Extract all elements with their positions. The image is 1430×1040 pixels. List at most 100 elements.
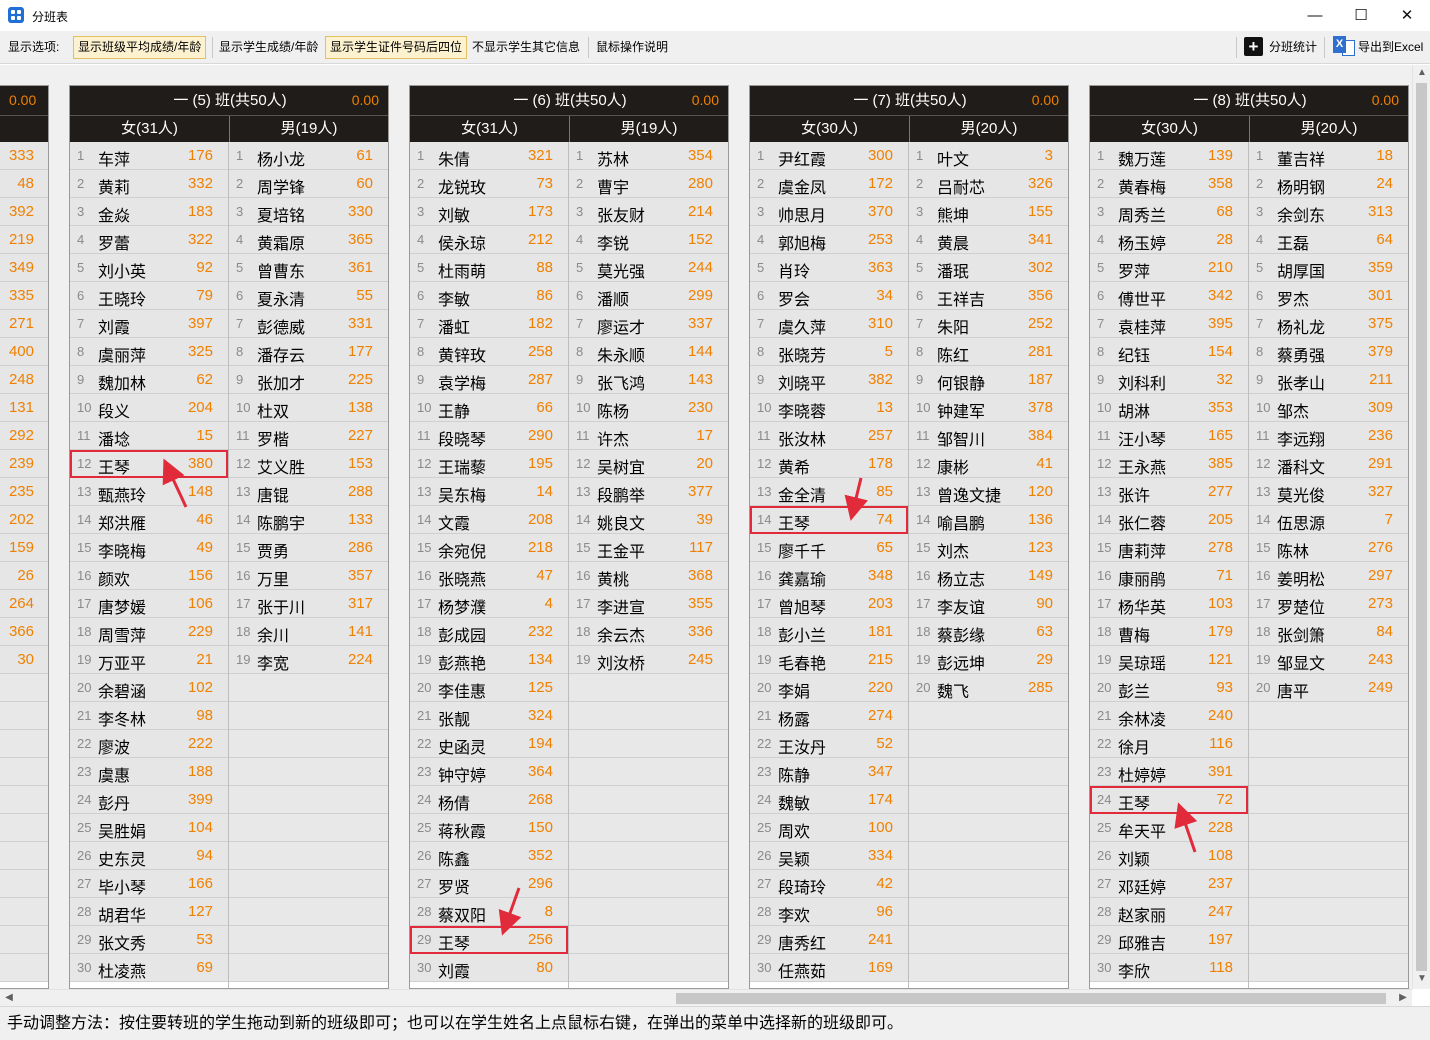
student-row[interactable]: 12 王瑞藜 195 xyxy=(410,450,568,478)
student-row[interactable]: 28 赵家丽 247 xyxy=(1090,898,1248,926)
student-row[interactable]: 1 魏万莲 139 xyxy=(1090,142,1248,170)
student-row[interactable]: 8 潘存云 177 xyxy=(229,338,388,366)
student-row[interactable]: 23 陈静 347 xyxy=(750,758,908,786)
student-row[interactable]: 11 张汝林 257 xyxy=(750,422,908,450)
student-row[interactable]: 22 王汝丹 52 xyxy=(750,730,908,758)
show-student-score-button[interactable]: 显示学生成绩/年龄 xyxy=(215,36,322,59)
student-row[interactable]: 19 彭燕艳 134 xyxy=(410,646,568,674)
student-row[interactable]: 15 刘杰 123 xyxy=(909,534,1068,562)
student-row[interactable]: 15 陈林 276 xyxy=(1249,534,1408,562)
student-row[interactable]: 7 彭德威 331 xyxy=(229,310,388,338)
student-row[interactable]: 1 杨小龙 61 xyxy=(229,142,388,170)
export-excel-button[interactable]: 导出到Excel xyxy=(1354,36,1427,59)
student-row[interactable]: 30 刘霞 80 xyxy=(410,954,568,982)
student-row[interactable]: 26 吴颖 334 xyxy=(750,842,908,870)
student-row[interactable]: 1 尹红霞 300 xyxy=(750,142,908,170)
student-row[interactable]: 15 王金平 117 xyxy=(569,534,728,562)
student-row[interactable]: 15 李晓梅 49 xyxy=(70,534,228,562)
student-row[interactable]: 12 潘科文 291 xyxy=(1249,450,1408,478)
student-row[interactable]: 25 蒋秋霞 150 xyxy=(410,814,568,842)
student-row[interactable]: 13 金全清 85 xyxy=(750,478,908,506)
student-row[interactable]: 29 王琴 256 xyxy=(410,926,568,954)
horizontal-scrollbar[interactable]: ◀ ▶ xyxy=(0,989,1412,1006)
student-row[interactable]: 24 王琴 72 xyxy=(1090,786,1248,814)
student-row[interactable]: 2 黄莉 332 xyxy=(70,170,228,198)
student-row[interactable]: 16 张晓燕 47 xyxy=(410,562,568,590)
student-row[interactable]: 23 杜婷婷 391 xyxy=(1090,758,1248,786)
student-row[interactable]: 14 王琴 74 xyxy=(750,506,908,534)
student-row[interactable]: 14 陈鹏宇 133 xyxy=(229,506,388,534)
student-row[interactable]: 19 彭远坤 29 xyxy=(909,646,1068,674)
student-row[interactable]: 2 曹宇 280 xyxy=(569,170,728,198)
student-row[interactable]: 5 杜雨萌 88 xyxy=(410,254,568,282)
student-row[interactable]: 27 邓廷婷 237 xyxy=(1090,870,1248,898)
horizontal-scroll-thumb[interactable] xyxy=(676,993,1386,1004)
student-row[interactable]: 18 余云杰 336 xyxy=(569,618,728,646)
student-row[interactable]: 9 刘科利 32 xyxy=(1090,366,1248,394)
student-row[interactable]: 19 刘汝桥 245 xyxy=(569,646,728,674)
student-row[interactable]: 1 苏林 354 xyxy=(569,142,728,170)
student-row[interactable]: 4 侯永琼 212 xyxy=(410,226,568,254)
student-row[interactable]: 1 车萍 176 xyxy=(70,142,228,170)
student-row[interactable]: 20 李佳惠 125 xyxy=(410,674,568,702)
student-row[interactable]: 9 魏加林 62 xyxy=(70,366,228,394)
student-row[interactable]: 13 曾逸文捷 120 xyxy=(909,478,1068,506)
student-row[interactable]: 6 李敏 86 xyxy=(410,282,568,310)
close-button[interactable]: ✕ xyxy=(1384,0,1430,31)
student-row[interactable]: 10 李晓蓉 13 xyxy=(750,394,908,422)
student-row[interactable]: 8 朱永顺 144 xyxy=(569,338,728,366)
student-row[interactable]: 6 王晓玲 79 xyxy=(70,282,228,310)
minimize-button[interactable]: — xyxy=(1292,0,1338,31)
student-row[interactable]: 4 王磊 64 xyxy=(1249,226,1408,254)
student-row[interactable]: 3 刘敏 173 xyxy=(410,198,568,226)
scroll-right-arrow-icon[interactable]: ▶ xyxy=(1394,992,1412,1003)
student-row[interactable]: 20 李娟 220 xyxy=(750,674,908,702)
student-row[interactable]: 1 叶文 3 xyxy=(909,142,1068,170)
student-row[interactable]: 16 龚嘉瑜 348 xyxy=(750,562,908,590)
student-row[interactable]: 13 吴东梅 14 xyxy=(410,478,568,506)
student-row[interactable]: 5 罗萍 210 xyxy=(1090,254,1248,282)
student-row[interactable]: 10 邹杰 309 xyxy=(1249,394,1408,422)
hide-other-info-button[interactable]: 不显示学生其它信息 xyxy=(468,36,584,59)
student-row[interactable]: 19 吴琼瑶 121 xyxy=(1090,646,1248,674)
student-row[interactable]: 18 周雪萍 229 xyxy=(70,618,228,646)
student-row[interactable]: 16 杨立志 149 xyxy=(909,562,1068,590)
maximize-button[interactable]: ☐ xyxy=(1338,0,1384,31)
student-row[interactable]: 4 李锐 152 xyxy=(569,226,728,254)
scroll-up-arrow-icon[interactable]: ▲ xyxy=(1413,67,1430,78)
student-row[interactable]: 25 牟天平 228 xyxy=(1090,814,1248,842)
student-row[interactable]: 9 张飞鸿 143 xyxy=(569,366,728,394)
student-row[interactable]: 4 罗蕾 322 xyxy=(70,226,228,254)
student-row[interactable]: 15 廖千千 65 xyxy=(750,534,908,562)
student-row[interactable]: 18 余川 141 xyxy=(229,618,388,646)
student-row[interactable]: 25 吴胜娟 104 xyxy=(70,814,228,842)
student-row[interactable]: 15 唐莉萍 278 xyxy=(1090,534,1248,562)
student-row[interactable]: 14 喻昌鹏 136 xyxy=(909,506,1068,534)
student-row[interactable]: 10 钟建军 378 xyxy=(909,394,1068,422)
student-row[interactable]: 8 张晓芳 5 xyxy=(750,338,908,366)
student-row[interactable]: 17 杨华英 103 xyxy=(1090,590,1248,618)
student-row[interactable]: 2 吕耐芯 326 xyxy=(909,170,1068,198)
student-row[interactable]: 4 杨玉婷 28 xyxy=(1090,226,1248,254)
student-row[interactable]: 22 廖波 222 xyxy=(70,730,228,758)
student-row[interactable]: 2 龙锐玫 73 xyxy=(410,170,568,198)
student-row[interactable]: 11 潘埝 15 xyxy=(70,422,228,450)
student-row[interactable]: 13 甄燕玲 148 xyxy=(70,478,228,506)
student-row[interactable]: 11 邹智川 384 xyxy=(909,422,1068,450)
student-row[interactable]: 16 颜欢 156 xyxy=(70,562,228,590)
student-row[interactable]: 8 蔡勇强 379 xyxy=(1249,338,1408,366)
student-row[interactable]: 21 李冬林 98 xyxy=(70,702,228,730)
student-row[interactable]: 21 余林凌 240 xyxy=(1090,702,1248,730)
student-row[interactable]: 13 张许 277 xyxy=(1090,478,1248,506)
student-row[interactable]: 21 张靓 324 xyxy=(410,702,568,730)
student-row[interactable]: 6 罗杰 301 xyxy=(1249,282,1408,310)
student-row[interactable]: 13 段鹏举 377 xyxy=(569,478,728,506)
student-row[interactable]: 8 陈红 281 xyxy=(909,338,1068,366)
student-row[interactable]: 17 李进宣 355 xyxy=(569,590,728,618)
student-row[interactable]: 11 汪小琴 165 xyxy=(1090,422,1248,450)
student-row[interactable]: 5 胡厚国 359 xyxy=(1249,254,1408,282)
student-row[interactable]: 3 周秀兰 68 xyxy=(1090,198,1248,226)
student-row[interactable]: 26 史东灵 94 xyxy=(70,842,228,870)
student-row[interactable]: 10 胡淋 353 xyxy=(1090,394,1248,422)
student-row[interactable]: 10 陈杨 230 xyxy=(569,394,728,422)
